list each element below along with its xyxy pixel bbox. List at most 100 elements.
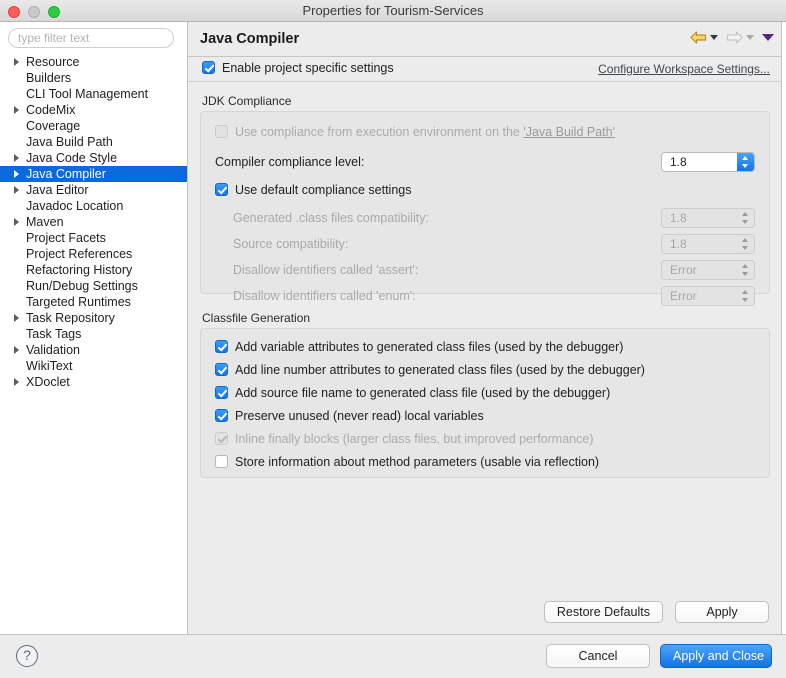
- stepper-icon: [737, 235, 754, 253]
- search-input[interactable]: [8, 28, 174, 48]
- sidebar-item-wikitext[interactable]: WikiText: [0, 358, 187, 374]
- jdk-detail-row: Disallow identifiers called 'enum': Error: [201, 286, 769, 308]
- expand-triangle-icon[interactable]: [14, 154, 19, 162]
- cancel-button[interactable]: Cancel: [546, 644, 650, 668]
- sidebar-item-label: XDoclet: [26, 375, 70, 389]
- sidebar-item-java-editor[interactable]: Java Editor: [0, 182, 187, 198]
- sidebar-item-label: WikiText: [26, 359, 73, 373]
- use-execution-environment-row: Use compliance from execution environmen…: [201, 122, 769, 144]
- back-history-caret-icon[interactable]: [710, 35, 718, 40]
- classfile-option-checkbox[interactable]: Store information about method parameter…: [215, 455, 599, 469]
- sidebar-item-label: CodeMix: [26, 103, 76, 117]
- sidebar-item-task-tags[interactable]: Task Tags: [0, 326, 187, 342]
- expand-triangle-icon[interactable]: [14, 378, 19, 386]
- compiler-compliance-level-label: Compiler compliance level:: [215, 155, 365, 169]
- expand-triangle-icon[interactable]: [14, 170, 19, 178]
- page-menu-caret-icon[interactable]: [762, 34, 774, 41]
- stepper-icon[interactable]: [737, 153, 754, 171]
- jdk-compliance-body: Use compliance from execution environmen…: [200, 111, 770, 306]
- enable-project-specific-settings-label: Enable project specific settings: [222, 61, 394, 75]
- expand-triangle-icon[interactable]: [14, 106, 19, 114]
- classfile-option-checkbox[interactable]: Preserve unused (never read) local varia…: [215, 409, 484, 423]
- sidebar-item-java-compiler[interactable]: Java Compiler: [0, 166, 187, 182]
- classfile-option-label: Preserve unused (never read) local varia…: [235, 409, 484, 423]
- sidebar-item-cli-tool-management[interactable]: CLI Tool Management: [0, 86, 187, 102]
- dialog-footer: ? Cancel Apply and Close: [0, 634, 786, 678]
- sidebar-item-label: Java Code Style: [26, 151, 118, 165]
- use-execution-environment-label: Use compliance from execution environmen…: [235, 125, 524, 139]
- jdk-detail-row: Generated .class files compatibility: 1.8: [201, 208, 769, 230]
- jdk-detail-value: Error: [670, 289, 697, 303]
- sidebar-item-label: Validation: [26, 343, 80, 357]
- jdk-detail-value: 1.8: [670, 237, 687, 251]
- sidebar-item-label: Project Facets: [26, 231, 106, 245]
- sidebar-item-java-build-path[interactable]: Java Build Path: [0, 134, 187, 150]
- jdk-detail-row: Source compatibility: 1.8: [201, 234, 769, 256]
- classfile-option-label: Inline finally blocks (larger class file…: [235, 432, 594, 446]
- page-title: Java Compiler: [200, 31, 300, 47]
- properties-dialog: Properties for Tourism-Services Resource…: [0, 0, 786, 678]
- sidebar-item-label: Javadoc Location: [26, 199, 124, 213]
- sidebar-item-refactoring-history[interactable]: Refactoring History: [0, 262, 187, 278]
- apply-button[interactable]: Apply: [675, 601, 769, 623]
- help-icon[interactable]: ?: [16, 645, 38, 667]
- classfile-option-checkbox[interactable]: Add line number attributes to generated …: [215, 363, 645, 377]
- sidebar-item-label: Java Compiler: [26, 167, 106, 181]
- expand-triangle-icon[interactable]: [14, 314, 19, 322]
- checkbox-box-icon: [215, 363, 228, 376]
- sidebar-item-maven[interactable]: Maven: [0, 214, 187, 230]
- sidebar-item-label: Java Editor: [26, 183, 89, 197]
- configure-workspace-settings-link[interactable]: Configure Workspace Settings...: [598, 62, 770, 76]
- jdk-detail-label: Disallow identifiers called 'enum':: [233, 289, 416, 303]
- sidebar-item-label: Builders: [26, 71, 72, 85]
- java-build-path-link: 'Java Build Path': [523, 125, 615, 139]
- use-default-compliance-row: Use default compliance settings: [201, 180, 769, 202]
- sidebar-item-java-code-style[interactable]: Java Code Style: [0, 150, 187, 166]
- forward-arrow-icon: [726, 31, 743, 44]
- sidebar-item-label: Resource: [26, 55, 80, 69]
- sidebar-item-coverage[interactable]: Coverage: [0, 118, 187, 134]
- sidebar-item-xdoclet[interactable]: XDoclet: [0, 374, 187, 390]
- jdk-detail-select: Error: [661, 260, 755, 280]
- sidebar-item-label: Java Build Path: [26, 135, 113, 149]
- checkbox-box-icon: [215, 183, 228, 196]
- checkbox-box-icon: [215, 386, 228, 399]
- stepper-icon: [737, 261, 754, 279]
- classfile-option-checkbox[interactable]: Add variable attributes to generated cla…: [215, 340, 623, 354]
- jdk-detail-value: Error: [670, 263, 697, 277]
- sidebar-item-builders[interactable]: Builders: [0, 70, 187, 86]
- background-window-edge: [782, 22, 786, 634]
- dialog-action-buttons: Cancel Apply and Close: [546, 644, 772, 668]
- compiler-compliance-level-select[interactable]: 1.8: [661, 152, 755, 172]
- expand-triangle-icon[interactable]: [14, 346, 19, 354]
- expand-triangle-icon[interactable]: [14, 58, 19, 66]
- classfile-option-checkbox[interactable]: Add source file name to generated class …: [215, 386, 610, 400]
- enable-project-specific-settings-checkbox[interactable]: Enable project specific settings: [202, 61, 394, 75]
- sidebar-item-run-debug-settings[interactable]: Run/Debug Settings: [0, 278, 187, 294]
- filter-field-wrapper: [8, 28, 174, 48]
- sidebar-item-project-facets[interactable]: Project Facets: [0, 230, 187, 246]
- expand-triangle-icon[interactable]: [14, 186, 19, 194]
- sidebar-item-codemix[interactable]: CodeMix: [0, 102, 187, 118]
- jdk-detail-row: Disallow identifiers called 'assert': Err…: [201, 260, 769, 282]
- expand-triangle-icon[interactable]: [14, 218, 19, 226]
- enable-project-specific-row: Enable project specific settings Configu…: [188, 57, 782, 82]
- back-arrow-icon[interactable]: [690, 30, 707, 45]
- checkbox-box-icon: [215, 125, 228, 138]
- sidebar-item-javadoc-location[interactable]: Javadoc Location: [0, 198, 187, 214]
- use-default-compliance-settings-label: Use default compliance settings: [235, 183, 412, 197]
- classfile-option-label: Add source file name to generated class …: [235, 386, 611, 400]
- sidebar-item-task-repository[interactable]: Task Repository: [0, 310, 187, 326]
- apply-and-close-button[interactable]: Apply and Close: [660, 644, 772, 668]
- sidebar-item-resource[interactable]: Resource: [0, 54, 187, 70]
- classfile-option-checkbox: Inline finally blocks (larger class file…: [215, 432, 593, 446]
- sidebar-item-validation[interactable]: Validation: [0, 342, 187, 358]
- jdk-detail-label: Source compatibility:: [233, 237, 349, 251]
- jdk-detail-label: Disallow identifiers called 'assert':: [233, 263, 419, 277]
- checkbox-box-icon: [215, 409, 228, 422]
- sidebar-item-targeted-runtimes[interactable]: Targeted Runtimes: [0, 294, 187, 310]
- sidebar-item-project-references[interactable]: Project References: [0, 246, 187, 262]
- restore-defaults-button[interactable]: Restore Defaults: [543, 601, 663, 623]
- forward-history-caret-icon: [746, 35, 754, 40]
- use-default-compliance-settings-checkbox[interactable]: Use default compliance settings: [215, 183, 411, 197]
